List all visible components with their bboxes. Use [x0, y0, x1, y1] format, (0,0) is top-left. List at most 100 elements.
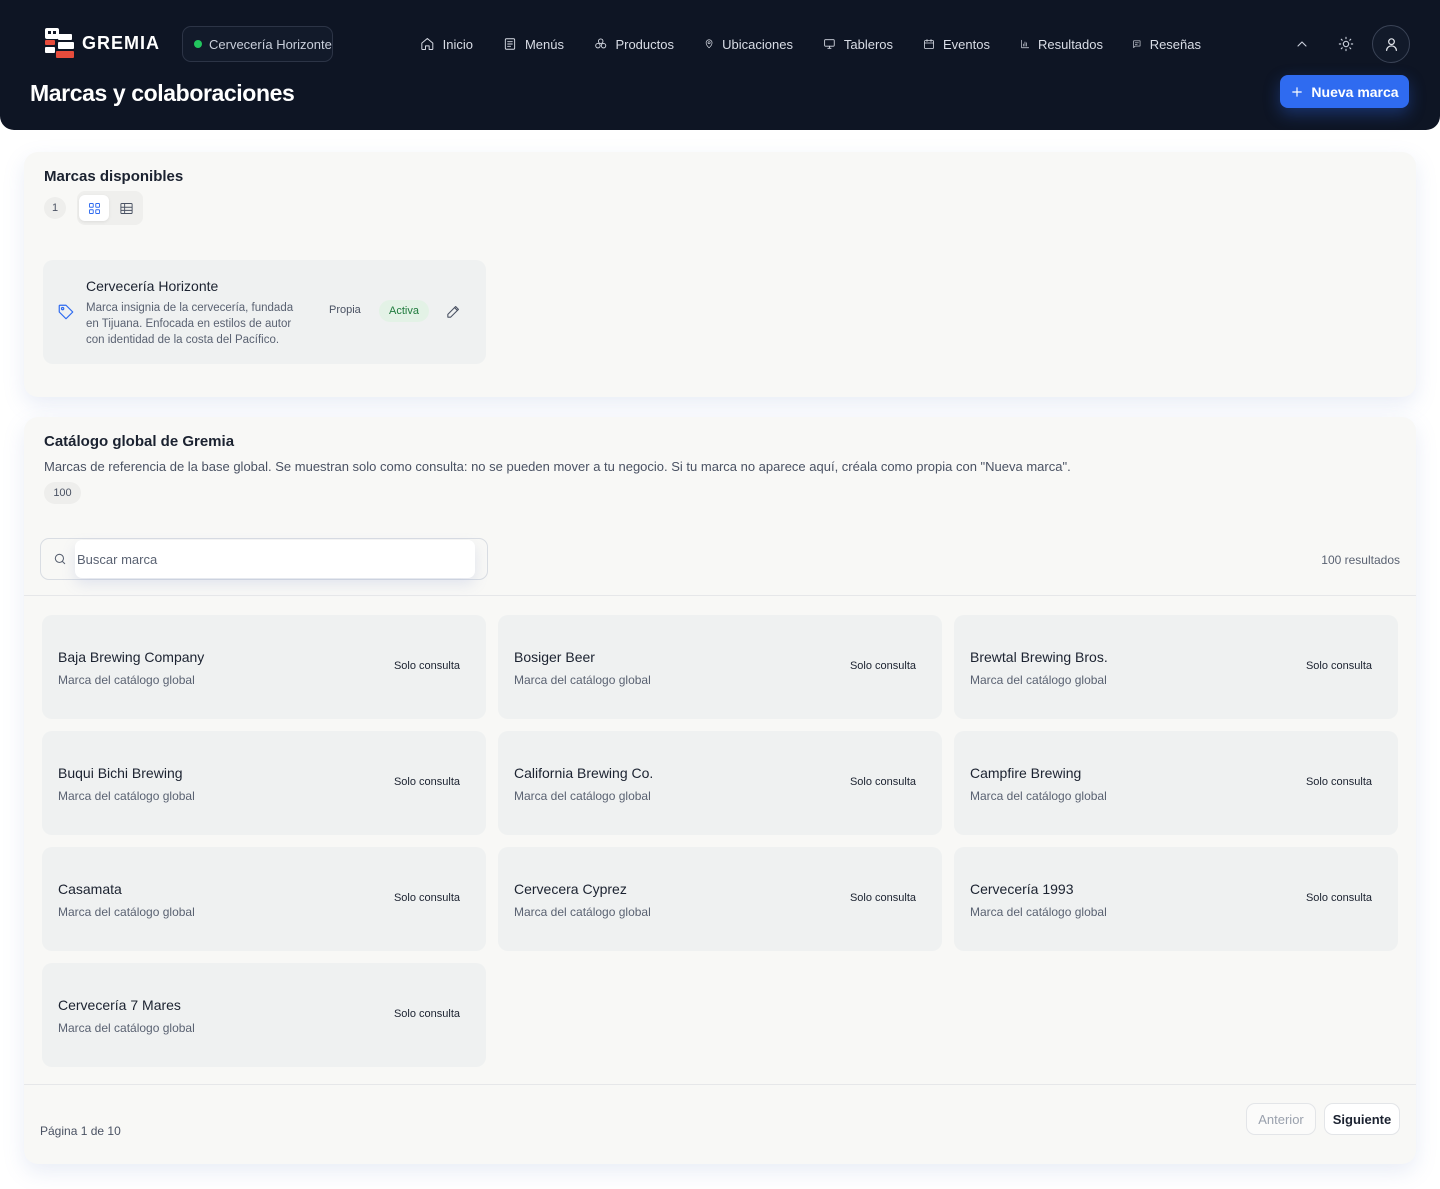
brand-name: Campfire Brewing [970, 765, 1082, 781]
nav-label: Resultados [1037, 36, 1103, 52]
products-icon [595, 38, 607, 49]
brand-card[interactable]: Baja Brewing Company Marca del catálogo … [42, 615, 486, 719]
brand-card[interactable]: Cervecería 7 Mares Marca del catálogo gl… [42, 963, 486, 1067]
top-header: GREMIA Cervecería Horizonte Inicio Menús… [0, 0, 1440, 130]
user-avatar-button[interactable] [1372, 25, 1410, 63]
readonly-badge: Solo consulta [393, 1008, 460, 1020]
search-icon-wrap [53, 552, 67, 571]
readonly-badge: Solo consulta [393, 776, 460, 788]
search-icon [54, 553, 66, 565]
brand-name: Casamata [58, 881, 122, 897]
nav-item-inicio[interactable]: Inicio [420, 34, 473, 54]
brand-subtitle: Marca del catálogo global [970, 905, 1107, 919]
tag-icon-wrap [57, 303, 75, 326]
plus-icon [1292, 86, 1303, 97]
brand-card[interactable]: Cervecera Cyprez Marca del catálogo glob… [498, 847, 942, 951]
next-page-button[interactable]: Siguiente [1324, 1103, 1400, 1135]
brand-card[interactable]: Bosiger Beer Marca del catálogo global S… [498, 615, 942, 719]
catalog-title: Catálogo global de Gremia [44, 433, 235, 450]
own-brand-card[interactable]: Cervecería Horizonte Marca insignia de l… [43, 260, 486, 364]
divider [24, 595, 1416, 596]
readonly-badge: Solo consulta [849, 892, 916, 904]
brand-card[interactable]: Brewtal Brewing Bros. Marca del catálogo… [954, 615, 1398, 719]
brand-subtitle: Marca del catálogo global [514, 673, 651, 687]
pagination-label: Página 1 de 10 [40, 1124, 121, 1138]
brand-subtitle: Marca del catálogo global [514, 789, 651, 803]
business-name: Cervecería Horizonte [209, 36, 332, 52]
own-brand-name: Cervecería Horizonte [86, 278, 219, 294]
brand-subtitle: Marca del catálogo global [514, 905, 651, 919]
status-dot [194, 40, 202, 48]
readonly-badge: Solo consulta [1305, 660, 1372, 672]
user-icon [1385, 37, 1397, 51]
brand-name: Baja Brewing Company [58, 649, 205, 665]
table-icon [119, 202, 133, 214]
brand-name: Cervecería 7 Mares [58, 997, 181, 1013]
status-badge: Activa [379, 300, 429, 322]
catalog-count-badge: 100 [44, 482, 81, 504]
search-field[interactable] [40, 538, 488, 580]
collapse-button[interactable] [1292, 34, 1312, 54]
nav-item-resultados[interactable]: Resultados [1020, 34, 1103, 54]
available-brands-title: Marcas disponibles [44, 168, 184, 185]
nav-item-ubicaciones[interactable]: Ubicaciones [704, 34, 793, 54]
chevron-up-icon [1297, 41, 1307, 47]
catalog-description: Marcas de referencia de la base global. … [44, 459, 1071, 474]
available-count-badge: 1 [44, 197, 66, 219]
theme-toggle-button[interactable] [1336, 34, 1356, 54]
nav-label: Tableros [843, 36, 893, 52]
home-icon [421, 38, 434, 50]
grid-view-button[interactable] [79, 195, 109, 221]
brand-card[interactable]: California Brewing Co. Marca del catálog… [498, 731, 942, 835]
menu-list-icon [504, 38, 516, 50]
bar-chart-icon [1021, 39, 1030, 49]
brand-card[interactable]: Casamata Marca del catálogo global Solo … [42, 847, 486, 951]
search-input[interactable] [77, 540, 467, 578]
readonly-badge: Solo consulta [1305, 892, 1372, 904]
result-count: 100 resultados [1321, 553, 1400, 567]
readonly-badge: Solo consulta [393, 660, 460, 672]
nav-item-tableros[interactable]: Tableros [823, 34, 893, 54]
tag-icon [58, 304, 74, 320]
brand-card[interactable]: Campfire Brewing Marca del catálogo glob… [954, 731, 1398, 835]
brand-name: Buqui Bichi Brewing [58, 765, 183, 781]
nav-item-resenas[interactable]: Reseñas [1132, 34, 1201, 54]
nav-item-menus[interactable]: Menús [503, 34, 564, 54]
business-selector[interactable]: Cervecería Horizonte [182, 26, 333, 62]
brand-name: Brewtal Brewing Bros. [970, 649, 1108, 665]
brand-name: Cervecera Cyprez [514, 881, 627, 897]
table-view-button[interactable] [111, 195, 141, 221]
page-title: Marcas y colaboraciones [30, 80, 295, 106]
brand-card[interactable]: Buqui Bichi Brewing Marca del catálogo g… [42, 731, 486, 835]
brand-subtitle: Marca del catálogo global [58, 673, 195, 687]
available-brands-panel: Marcas disponibles 1 Cervecería Horizont… [24, 152, 1416, 397]
pencil-icon [447, 306, 459, 318]
brand-card[interactable]: Cervecería 1993 Marca del catálogo globa… [954, 847, 1398, 951]
readonly-badge: Solo consulta [849, 660, 916, 672]
readonly-badge: Solo consulta [1305, 776, 1372, 788]
brand-name: Bosiger Beer [514, 649, 595, 665]
calendar-icon [924, 39, 934, 49]
nav-item-eventos[interactable]: Eventos [923, 34, 990, 54]
new-brand-button[interactable]: Nueva marca [1280, 75, 1409, 108]
new-brand-label: Nueva marca [1311, 83, 1399, 100]
previous-page-button[interactable]: Anterior [1246, 1103, 1316, 1135]
nav-label: Productos [615, 36, 674, 52]
nav-label: Reseñas [1149, 36, 1201, 52]
nav-item-productos[interactable]: Productos [594, 34, 674, 54]
gremia-logo-mark [44, 26, 76, 60]
divider [24, 1084, 1416, 1085]
edit-brand-button[interactable] [445, 303, 462, 325]
readonly-badge: Solo consulta [849, 776, 916, 788]
readonly-badge: Solo consulta [393, 892, 460, 904]
review-icon [1133, 40, 1141, 48]
gremia-logo[interactable]: GREMIA [44, 26, 160, 60]
nav-label: Eventos [943, 36, 990, 52]
logo-text: GREMIA [82, 32, 160, 53]
search-input-wrap [75, 540, 475, 578]
own-brand-description: Marca insignia de la cervecería, fundada… [86, 302, 294, 346]
brand-subtitle: Marca del catálogo global [58, 905, 195, 919]
location-pin-icon [705, 39, 713, 49]
brand-subtitle: Marca del catálogo global [970, 789, 1107, 803]
monitor-icon [824, 39, 835, 49]
